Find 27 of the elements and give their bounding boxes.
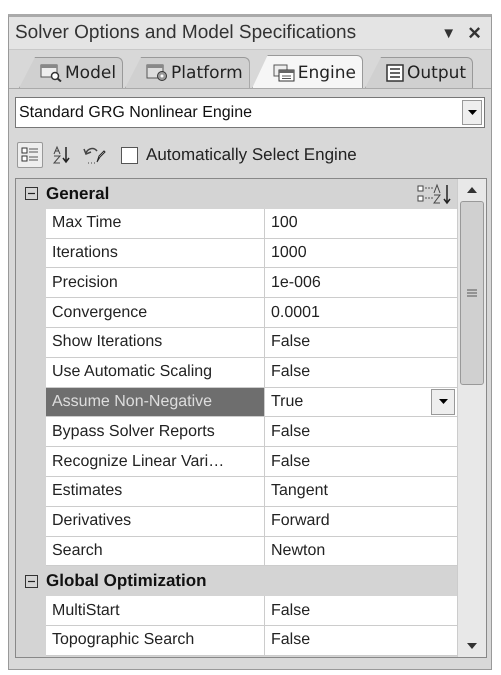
categorized-view-button[interactable] [17, 142, 43, 168]
tab[interactable]: Model [19, 57, 124, 88]
close-button[interactable]: × [468, 22, 481, 44]
collapse-icon[interactable] [24, 574, 38, 588]
property-name[interactable]: Assume Non-Negative [46, 388, 265, 418]
window-gear-icon [146, 64, 168, 82]
property-name[interactable]: Topographic Search [46, 626, 265, 656]
menu-dropdown-glyph[interactable]: ▼ [441, 24, 456, 42]
checkbox-label: Automatically Select Engine [146, 145, 357, 165]
search-window-icon [40, 64, 62, 82]
sort-az-icon [52, 145, 72, 165]
document-icon [386, 64, 404, 82]
tab[interactable]: Engine [252, 55, 364, 88]
section-header: Global Optimization [46, 571, 208, 592]
windows-icon [272, 64, 295, 82]
panel-title: Solver Options and Model Specifications [15, 22, 358, 44]
engine-dropdown[interactable]: Standard GRG Nonlinear Engine [15, 97, 485, 128]
scrollbar-thumb[interactable] [460, 201, 484, 385]
categorized-list-icon [21, 146, 39, 164]
section-header: General [46, 184, 110, 204]
vertical-scrollbar[interactable] [457, 179, 486, 657]
undo-pencil-icon [82, 145, 106, 165]
collapse-icon[interactable] [24, 187, 38, 200]
tab[interactable]: Platform [125, 57, 250, 88]
checkbox[interactable] [121, 146, 138, 164]
sort-az-icon[interactable] [417, 182, 453, 205]
tab[interactable]: Output [365, 57, 474, 88]
